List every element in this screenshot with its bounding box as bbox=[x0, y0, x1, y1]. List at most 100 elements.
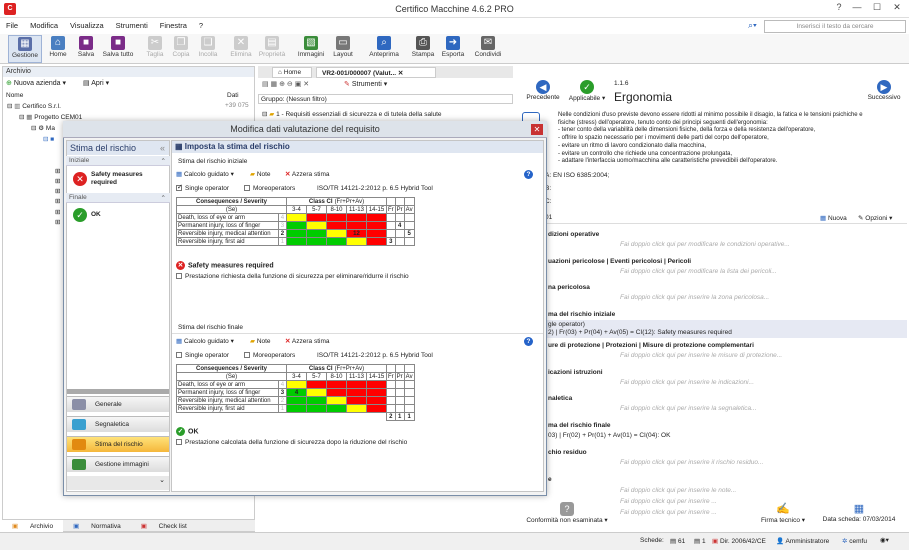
fpa-value[interactable] bbox=[386, 221, 396, 230]
risk-cell[interactable] bbox=[346, 388, 367, 397]
nav-gestione-immagini[interactable]: Gestione immagini bbox=[67, 456, 169, 472]
note-button-final[interactable]: ▰ Note bbox=[250, 337, 271, 345]
new-button[interactable]: ▦ Nuova bbox=[820, 214, 847, 222]
risk-cell[interactable] bbox=[326, 237, 347, 246]
tab-document[interactable]: VR2-001/000007 (Valut... ✕ bbox=[316, 67, 436, 78]
severity-score[interactable]: 2 bbox=[277, 396, 288, 405]
search-input[interactable]: Inserisci il testo da cercare bbox=[764, 20, 906, 33]
severity-score[interactable]: 1 bbox=[277, 237, 288, 246]
risk-cell[interactable] bbox=[366, 388, 387, 397]
tab-checklist[interactable]: ▣ Check list bbox=[131, 520, 197, 532]
risk-cell[interactable] bbox=[366, 380, 387, 389]
new-company-button[interactable]: ⊕ Nuova azienda ▾ bbox=[6, 79, 66, 87]
risk-cell[interactable] bbox=[346, 380, 367, 389]
menu-help[interactable]: ? bbox=[193, 19, 209, 32]
globe-icon[interactable]: ◉▾ bbox=[880, 536, 889, 544]
severity-score[interactable]: 4 bbox=[277, 380, 288, 389]
splitter[interactable] bbox=[67, 389, 169, 394]
risk-cell[interactable] bbox=[286, 404, 307, 413]
maximize-button[interactable]: ☐ bbox=[866, 2, 888, 16]
risk-cell[interactable] bbox=[326, 380, 347, 389]
ribbon-stampa-button[interactable]: ⎙ Stampa bbox=[410, 35, 436, 63]
fpa-value[interactable] bbox=[394, 229, 405, 238]
single-operator-checkbox-final[interactable]: Single operator bbox=[176, 352, 229, 359]
ribbon-layout-button[interactable]: ▭ Layout bbox=[330, 35, 356, 63]
note-button[interactable]: ▰ Note bbox=[250, 170, 271, 178]
close-button[interactable]: ✕ bbox=[886, 2, 908, 16]
tools-menu[interactable]: ✎ Strumenti ▾ bbox=[344, 80, 387, 88]
fpa-value[interactable]: 4 bbox=[394, 221, 405, 230]
signature-button[interactable]: ✍ Firma tecnico ▾ bbox=[755, 502, 811, 524]
hint-zone[interactable]: Fai doppio click qui per inserire la zon… bbox=[620, 294, 769, 301]
risk-cell[interactable] bbox=[366, 404, 387, 413]
fpa-value[interactable] bbox=[394, 213, 405, 222]
column-data[interactable]: Dati bbox=[227, 92, 239, 99]
fpa-value[interactable] bbox=[394, 380, 405, 389]
checkbox[interactable] bbox=[244, 352, 250, 359]
help-icon[interactable]: ? bbox=[524, 170, 533, 179]
risk-cell[interactable] bbox=[366, 396, 387, 405]
date-button[interactable]: ▦ Data scheda: 07/03/2014 bbox=[813, 502, 905, 523]
fpa-total[interactable]: 1 bbox=[394, 412, 405, 421]
risk-cell[interactable] bbox=[286, 380, 307, 389]
tab-normativa[interactable]: ▣ Normativa bbox=[63, 520, 131, 532]
ribbon-elimina-button[interactable]: ✕ Elimina bbox=[228, 35, 254, 63]
reset-button[interactable]: ✕ Azzera stima bbox=[285, 170, 329, 178]
tree-item-project[interactable]: ⊟ ▦ Progetto CEM01 bbox=[19, 113, 82, 121]
hint-extra-2[interactable]: Fai doppio click qui per inserire ... bbox=[620, 509, 717, 516]
checkbox[interactable] bbox=[244, 185, 250, 192]
ribbon-gestione-button[interactable]: ▦ Gestione bbox=[8, 35, 42, 63]
hint-signage[interactable]: Fai doppio click qui per inserire la seg… bbox=[620, 405, 757, 412]
risk-cell[interactable] bbox=[286, 237, 307, 246]
tree-item-collapsed[interactable]: ⊞ bbox=[55, 167, 60, 175]
risk-cell[interactable] bbox=[306, 229, 327, 238]
initial-note-checkbox[interactable]: Prestazione richiesta della funzione di … bbox=[176, 273, 409, 280]
tree-item-company[interactable]: ⊟ ▥ Certifico S.r.l. bbox=[7, 102, 61, 110]
requirement-row[interactable]: ⊟ ▰ 1 - Requisiti essenziali di sicurezz… bbox=[262, 110, 442, 118]
risk-cell[interactable] bbox=[306, 213, 327, 222]
initial-status[interactable]: Safety measures required bbox=[91, 171, 167, 187]
more-operators-checkbox-final[interactable]: Moreoperators bbox=[244, 352, 295, 359]
ribbon-taglia-button[interactable]: ✂ Taglia bbox=[144, 35, 166, 63]
ribbon-esporta-button[interactable]: ➜ Esporta bbox=[440, 35, 466, 63]
tree-item-collapsed[interactable]: ⊞ bbox=[55, 177, 60, 185]
risk-cell[interactable] bbox=[346, 404, 367, 413]
fpa-value[interactable] bbox=[386, 396, 396, 405]
checkbox-checked[interactable] bbox=[176, 183, 183, 192]
menu-visualizza[interactable]: Visualizza bbox=[64, 19, 110, 32]
risk-cell[interactable]: 4 bbox=[286, 388, 307, 397]
menu-modifica[interactable]: Modifica bbox=[24, 19, 64, 32]
risk-cell[interactable] bbox=[326, 221, 347, 230]
risk-cell[interactable] bbox=[286, 229, 307, 238]
fpa-total[interactable]: 1 bbox=[403, 412, 415, 421]
final-note-checkbox[interactable]: Prestazione calcolata della funzione di … bbox=[176, 439, 407, 446]
fpa-value[interactable] bbox=[386, 229, 396, 238]
guided-button-final[interactable]: ▦ Calcolo guidato ▾ bbox=[176, 337, 234, 345]
fpa-value[interactable] bbox=[386, 213, 396, 222]
directive[interactable]: ▣ Dir. 2006/42/CE bbox=[712, 537, 766, 545]
nav-more[interactable]: ⌄ bbox=[67, 476, 169, 490]
final-status[interactable]: OK bbox=[91, 211, 101, 218]
risk-cell[interactable] bbox=[366, 229, 387, 238]
risk-cell[interactable] bbox=[306, 237, 327, 246]
fpa-value[interactable] bbox=[403, 388, 415, 397]
fpa-value[interactable] bbox=[394, 237, 405, 246]
menu-finestra[interactable]: Finestra bbox=[154, 19, 193, 32]
risk-cell[interactable] bbox=[346, 237, 367, 246]
fpa-value[interactable] bbox=[403, 213, 415, 222]
hint-extra-1[interactable]: Fai doppio click qui per inserire ... bbox=[620, 498, 717, 505]
risk-cell[interactable] bbox=[326, 388, 347, 397]
risk-cell[interactable] bbox=[346, 396, 367, 405]
risk-cell[interactable] bbox=[286, 396, 307, 405]
risk-cell[interactable] bbox=[306, 404, 327, 413]
risk-cell[interactable] bbox=[326, 213, 347, 222]
chevron-up-icon[interactable]: ⌃ bbox=[161, 194, 166, 202]
guided-button[interactable]: ▦ Calcolo guidato ▾ bbox=[176, 170, 234, 178]
fpa-value[interactable] bbox=[403, 380, 415, 389]
org[interactable]: ✲ cemfu bbox=[842, 537, 867, 545]
risk-cell[interactable] bbox=[326, 396, 347, 405]
fpa-total[interactable]: 2 bbox=[386, 412, 396, 421]
tree-item-collapsed[interactable]: ⊞ bbox=[55, 208, 60, 216]
nav-segnaletica[interactable]: Segnaletica bbox=[67, 416, 169, 432]
fpa-value[interactable] bbox=[394, 404, 405, 413]
